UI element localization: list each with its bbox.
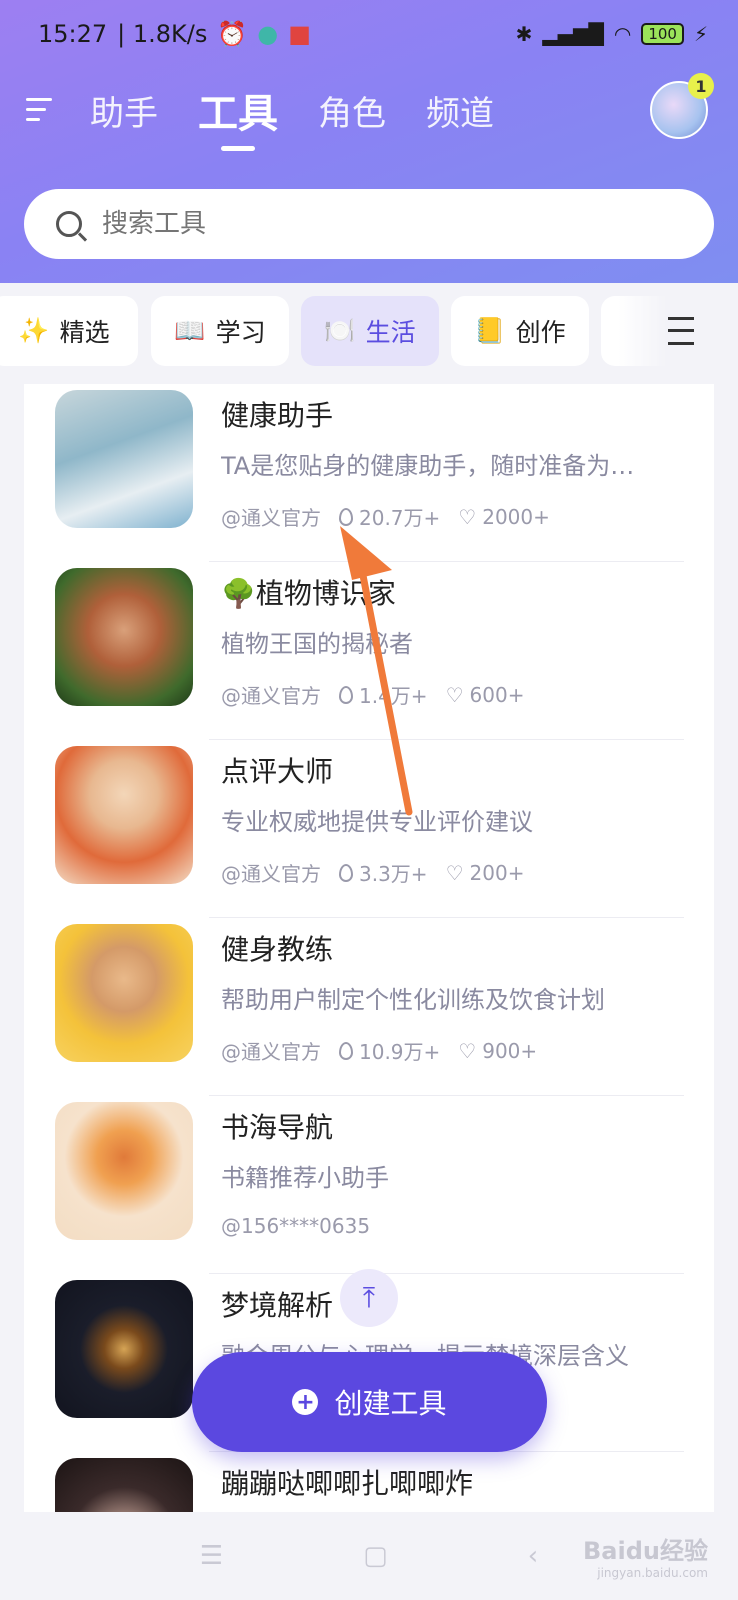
watermark-sub: jingyan.baidu.com <box>597 1566 708 1580</box>
watermark: Baidu经验 jingyan.baidu.com <box>583 1531 708 1580</box>
create-tool-button[interactable]: + 创建工具 <box>192 1352 547 1452</box>
scroll-to-top-button[interactable]: ⤒ <box>340 1269 398 1327</box>
watermark-main: Baidu经验 <box>583 1537 708 1565</box>
arrow-up-icon: ⤒ <box>362 1281 376 1314</box>
recent-apps-icon[interactable]: ☰ <box>200 1541 223 1571</box>
plus-icon: + <box>292 1389 319 1415</box>
create-tool-label: 创建工具 <box>334 1387 447 1420</box>
back-icon[interactable]: ‹ <box>528 1541 538 1571</box>
home-icon[interactable]: ▢ <box>363 1541 388 1571</box>
